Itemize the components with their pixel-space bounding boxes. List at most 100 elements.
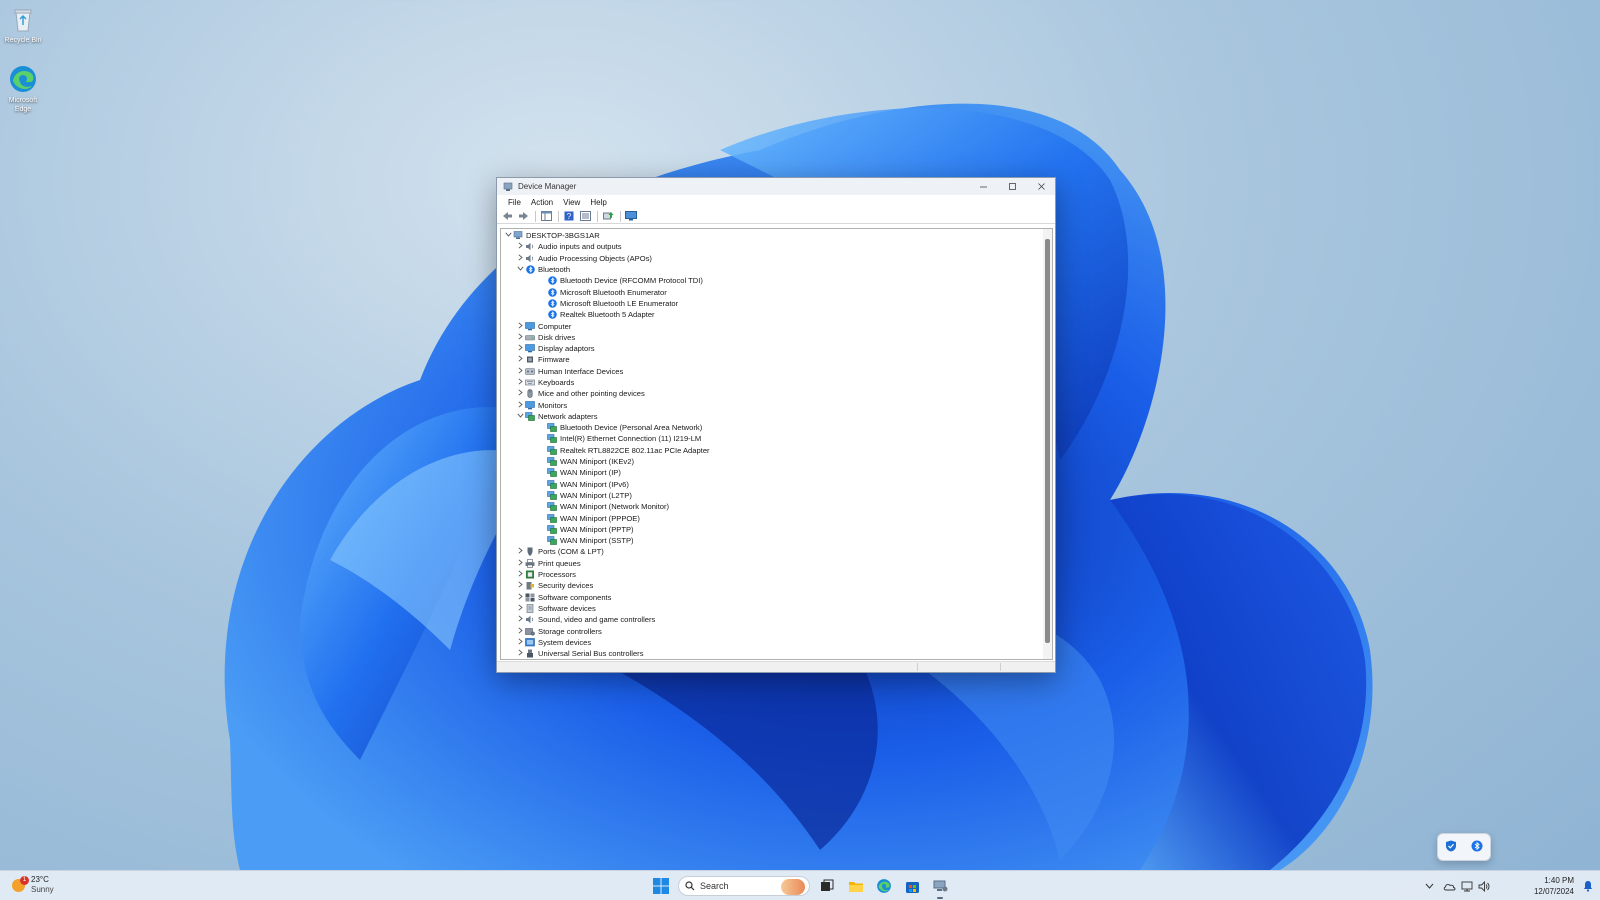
network-status-button[interactable] <box>1460 879 1474 893</box>
tree-item-wan-miniport-network-monitor[interactable]: WAN Miniport (Network Monitor) <box>501 501 1042 512</box>
bluetooth-icon[interactable] <box>1471 840 1483 854</box>
clock[interactable]: 1:40 PM 12/07/2024 <box>1534 875 1574 897</box>
tree-item-realtek-bluetooth-5-adapter[interactable]: Realtek Bluetooth 5 Adapter <box>501 309 1042 320</box>
tree-item-sound-video-and-game-controllers[interactable]: Sound, video and game controllers <box>501 614 1042 625</box>
help-button[interactable]: ? <box>562 210 576 223</box>
chevron-up-icon <box>1425 883 1433 889</box>
tree-item-disk-drives[interactable]: Disk drives <box>501 332 1042 343</box>
tree-item-wan-miniport-ikev2[interactable]: WAN Miniport (IKEv2) <box>501 456 1042 467</box>
file-explorer-button[interactable] <box>846 876 866 896</box>
chevron-right-icon[interactable] <box>515 401 525 410</box>
chevron-right-icon[interactable] <box>515 378 525 387</box>
tree-item-desktop-3bgs1ar[interactable]: DESKTOP-3BGS1AR <box>501 230 1042 241</box>
tree-item-bluetooth[interactable]: Bluetooth <box>501 264 1042 275</box>
device-tree[interactable]: DESKTOP-3BGS1AR Audio inputs and outputs A… <box>500 228 1053 660</box>
scan-hardware-button[interactable] <box>624 210 638 223</box>
taskbar-search[interactable]: Search <box>678 876 810 896</box>
tree-item-bluetooth-device-personal-area-network[interactable]: Bluetooth Device (Personal Area Network) <box>501 422 1042 433</box>
tree-item-wan-miniport-pptp[interactable]: WAN Miniport (PPTP) <box>501 524 1042 535</box>
chevron-right-icon[interactable] <box>515 593 525 602</box>
tree-item-wan-miniport-ip[interactable]: WAN Miniport (IP) <box>501 467 1042 478</box>
tree-item-processors[interactable]: Processors <box>501 569 1042 580</box>
close-button[interactable] <box>1027 178 1055 195</box>
chevron-down-icon[interactable] <box>503 232 513 239</box>
tree-item-mice-and-other-pointing-devices[interactable]: Mice and other pointing devices <box>501 388 1042 399</box>
chevron-right-icon[interactable] <box>515 333 525 342</box>
tree-item-security-devices[interactable]: Security devices <box>501 580 1042 591</box>
tree-item-wan-miniport-pppoe[interactable]: WAN Miniport (PPPOE) <box>501 512 1042 523</box>
chevron-right-icon[interactable] <box>515 649 525 658</box>
chevron-right-icon[interactable] <box>515 570 525 579</box>
chevron-right-icon[interactable] <box>515 254 525 263</box>
tree-item-human-interface-devices[interactable]: Human Interface Devices <box>501 366 1042 377</box>
chevron-right-icon[interactable] <box>515 604 525 613</box>
tree-item-keyboards[interactable]: Keyboards <box>501 377 1042 388</box>
tree-item-audio-processing-objects-apos[interactable]: Audio Processing Objects (APOs) <box>501 253 1042 264</box>
tree-item-bluetooth-device-rfcomm-protocol-tdi[interactable]: Bluetooth Device (RFCOMM Protocol TDI) <box>501 275 1042 286</box>
chevron-right-icon[interactable] <box>515 321 525 331</box>
onedrive-button[interactable] <box>1442 879 1456 893</box>
volume-button[interactable] <box>1477 879 1491 893</box>
update-driver-button[interactable] <box>601 210 615 223</box>
chevron-right-icon[interactable] <box>515 367 525 376</box>
show-hidden-icons-button[interactable] <box>1422 879 1436 893</box>
tree-item-wan-miniport-ipv6[interactable]: WAN Miniport (IPv6) <box>501 479 1042 490</box>
chevron-right-icon[interactable] <box>515 615 525 624</box>
tree-item-audio-inputs-and-outputs[interactable]: Audio inputs and outputs <box>501 241 1042 252</box>
tree-item-network-adapters[interactable]: Network adapters <box>501 411 1042 422</box>
tree-item-monitors[interactable]: Monitors <box>501 399 1042 410</box>
tree-item-software-devices[interactable]: Software devices <box>501 603 1042 614</box>
chevron-right-icon[interactable] <box>515 547 525 556</box>
desktop-icon-edge[interactable]: Microsoft Edge <box>0 64 46 114</box>
tree-item-microsoft-bluetooth-le-enumerator[interactable]: Microsoft Bluetooth LE Enumerator <box>501 298 1042 309</box>
chevron-right-icon[interactable] <box>515 559 525 568</box>
chevron-down-icon[interactable] <box>515 266 525 273</box>
tree-item-realtek-rtl8822ce-802-11ac-pcie-adapter[interactable]: Realtek RTL8822CE 802.11ac PCIe Adapter <box>501 445 1042 456</box>
notifications-button[interactable] <box>1582 880 1594 892</box>
properties-button[interactable] <box>578 210 592 223</box>
menu-action[interactable]: Action <box>526 198 558 207</box>
chevron-right-icon[interactable] <box>515 389 525 398</box>
task-view-button[interactable] <box>817 876 837 896</box>
tree-item-computer[interactable]: Computer <box>501 320 1042 331</box>
scrollbar-thumb[interactable] <box>1045 239 1050 643</box>
tree-item-wan-miniport-l2tp[interactable]: WAN Miniport (L2TP) <box>501 490 1042 501</box>
minimize-button[interactable] <box>969 178 997 195</box>
tree-item-intel-r-ethernet-connection-11-i219-lm[interactable]: Intel(R) Ethernet Connection (11) I219-L… <box>501 433 1042 444</box>
chevron-right-icon[interactable] <box>515 638 525 647</box>
chevron-down-icon[interactable] <box>515 413 525 420</box>
windows-security-icon[interactable] <box>1445 840 1457 854</box>
microsoft-store-button[interactable] <box>902 876 922 896</box>
tree-item-system-devices[interactable]: System devices <box>501 637 1042 648</box>
menu-help[interactable]: Help <box>585 198 611 207</box>
title-bar[interactable]: Device Manager <box>497 178 1055 195</box>
start-button[interactable] <box>652 877 670 895</box>
chevron-right-icon[interactable] <box>515 355 525 364</box>
tree-item-display-adaptors[interactable]: Display adaptors <box>501 343 1042 354</box>
chevron-right-icon[interactable] <box>515 581 525 590</box>
menu-file[interactable]: File <box>503 198 526 207</box>
tree-item-storage-controllers[interactable]: Storage controllers <box>501 625 1042 636</box>
tree-item-firmware[interactable]: Firmware <box>501 354 1042 365</box>
chevron-right-icon[interactable] <box>515 344 525 353</box>
edge-button[interactable] <box>874 876 894 896</box>
maximize-button[interactable] <box>998 178 1026 195</box>
chevron-right-icon[interactable] <box>515 242 525 251</box>
device-manager-taskbar-button[interactable] <box>930 876 950 899</box>
tree-item-software-components[interactable]: Software components <box>501 592 1042 603</box>
weather-widget[interactable]: 1 23°C Sunny <box>12 875 54 895</box>
vertical-scrollbar[interactable] <box>1043 229 1052 659</box>
back-button[interactable] <box>500 210 514 223</box>
tree-item-microsoft-bluetooth-enumerator[interactable]: Microsoft Bluetooth Enumerator <box>501 286 1042 297</box>
menu-view[interactable]: View <box>558 198 585 207</box>
chevron-right-icon[interactable] <box>515 626 525 636</box>
forward-button[interactable] <box>516 210 530 223</box>
tree-item-universal-serial-bus-controllers[interactable]: Universal Serial Bus controllers <box>501 648 1042 659</box>
tree-item-ports-com-lpt[interactable]: Ports (COM & LPT) <box>501 546 1042 557</box>
desktop-icon-recycle-bin[interactable]: Recycle Bin <box>0 4 46 45</box>
show-hide-tree-button[interactable] <box>539 210 553 223</box>
tree-item-wan-miniport-sstp[interactable]: WAN Miniport (SSTP) <box>501 535 1042 546</box>
hid-icon <box>525 367 535 376</box>
tree-item-print-queues[interactable]: Print queues <box>501 558 1042 569</box>
tree-item-label: Realtek Bluetooth 5 Adapter <box>560 310 655 320</box>
